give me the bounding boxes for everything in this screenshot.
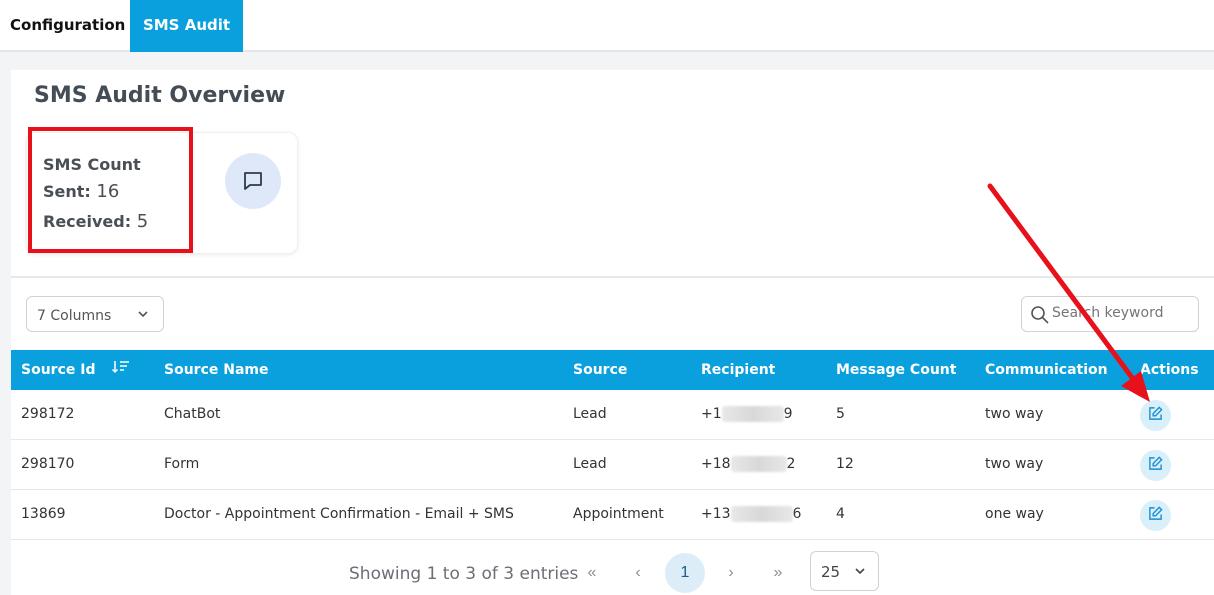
search-input[interactable] [1052, 305, 1192, 321]
cell-source: Appointment [573, 506, 664, 522]
tab-sms-audit[interactable]: SMS Audit [130, 0, 243, 52]
cell-recipient: +1 9 [701, 390, 793, 439]
header-communication[interactable]: Communication [985, 350, 1108, 390]
edit-button[interactable] [1140, 400, 1171, 431]
page-size-select[interactable]: 25 [810, 551, 879, 591]
cell-source-id: 13869 [21, 506, 66, 522]
table-row: 298170 Form Lead +18 2 12 two way [11, 440, 1214, 490]
header-recipient[interactable]: Recipient [701, 350, 775, 390]
next-page-button[interactable]: › [711, 553, 751, 593]
divider [11, 276, 1214, 278]
table-header: Source Id Source Name Source Recipient M… [11, 350, 1214, 390]
search-icon [1030, 305, 1050, 330]
header-source-name[interactable]: Source Name [164, 350, 269, 390]
page-title: SMS Audit Overview [34, 83, 286, 108]
tab-bar: Configuration SMS Audit [0, 0, 1214, 52]
recipient-prefix: +13 [701, 506, 731, 522]
cell-source-name: Form [164, 456, 200, 472]
sms-audit-panel: SMS Audit Overview SMS Count Sent: 16 Re… [11, 70, 1214, 595]
cell-message-count: 4 [836, 506, 845, 522]
tab-configuration[interactable]: Configuration [0, 0, 130, 52]
annotation-highlight-box [28, 127, 193, 253]
header-actions: Actions [1140, 362, 1199, 378]
chevron-down-icon [137, 297, 149, 335]
cell-source-name: Doctor - Appointment Confirmation - Emai… [164, 506, 514, 522]
columns-dropdown[interactable]: 7 Columns [26, 296, 164, 332]
page-size-value: 25 [821, 563, 841, 581]
cell-recipient: +18 2 [701, 440, 795, 489]
edit-icon [1148, 455, 1163, 476]
table-row: 298172 ChatBot Lead +1 9 5 two way [11, 390, 1214, 440]
cell-communication: one way [985, 506, 1044, 522]
recipient-prefix: +18 [701, 456, 731, 472]
cell-message-count: 12 [836, 456, 854, 472]
cell-source-id: 298170 [21, 456, 75, 472]
cell-source-name: ChatBot [164, 406, 221, 422]
sort-desc-icon[interactable] [112, 361, 130, 378]
recipient-suffix: 9 [783, 406, 793, 422]
recipient-suffix: 2 [786, 456, 796, 472]
prev-page-button[interactable]: ‹ [618, 553, 658, 593]
header-source[interactable]: Source [573, 350, 627, 390]
columns-dropdown-label: 7 Columns [37, 308, 112, 324]
message-icon [225, 153, 281, 209]
edit-icon [1148, 405, 1163, 426]
cell-source-id: 298172 [21, 406, 75, 422]
chevron-down-icon [854, 552, 866, 592]
header-source-id[interactable]: Source Id [21, 350, 130, 390]
redacted-phone [730, 506, 793, 522]
redacted-phone [730, 456, 787, 472]
cell-communication: two way [985, 456, 1044, 472]
cell-communication: two way [985, 406, 1044, 422]
recipient-suffix: 6 [792, 506, 802, 522]
edit-button[interactable] [1140, 500, 1171, 531]
search-box[interactable] [1021, 296, 1199, 332]
cell-source: Lead [573, 456, 607, 472]
header-message-count[interactable]: Message Count [836, 350, 956, 390]
first-page-button[interactable]: « [572, 553, 612, 593]
table-row: 13869 Doctor - Appointment Confirmation … [11, 490, 1214, 540]
cell-source: Lead [573, 406, 607, 422]
recipient-prefix: +1 [701, 406, 722, 422]
cell-recipient: +13 6 [701, 490, 801, 539]
entries-summary: Showing 1 to 3 of 3 entries [349, 564, 579, 584]
redacted-phone [721, 406, 784, 422]
page-1-button[interactable]: 1 [665, 553, 705, 593]
last-page-button[interactable]: » [758, 553, 798, 593]
edit-icon [1148, 505, 1163, 526]
pagination-bar: Showing 1 to 3 of 3 entries « ‹ 1 › » 25 [11, 545, 1214, 595]
cell-message-count: 5 [836, 406, 845, 422]
edit-button[interactable] [1140, 450, 1171, 481]
